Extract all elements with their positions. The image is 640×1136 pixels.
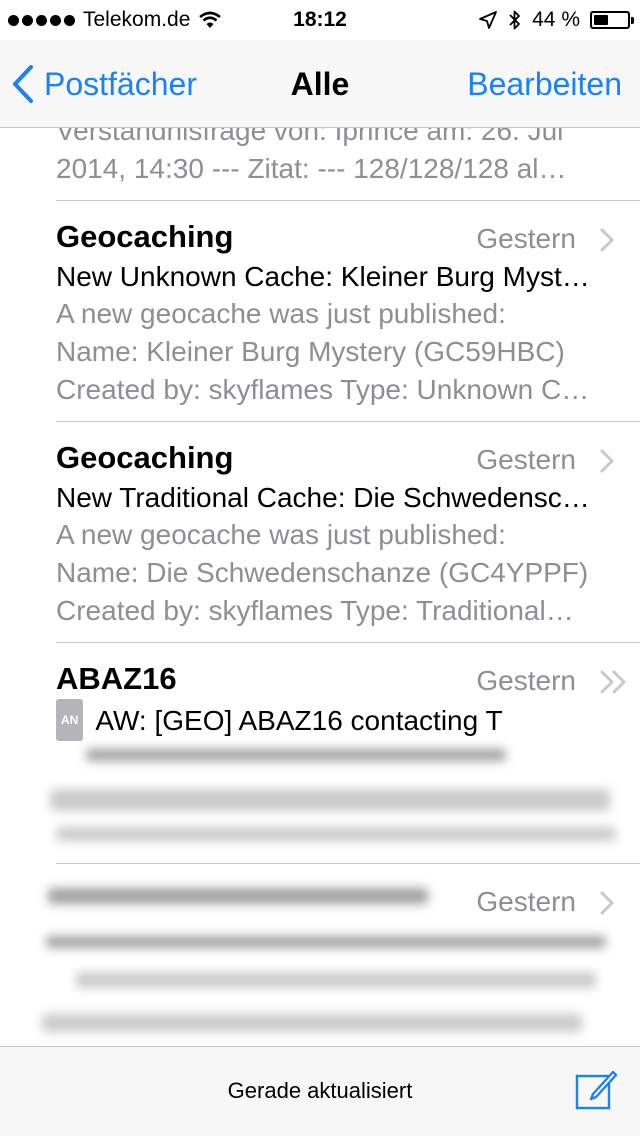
status-right: 44 %: [478, 0, 634, 40]
redacted-preview: [50, 789, 610, 811]
account-badge: AN: [56, 699, 84, 741]
message-list[interactable]: Verständnisfrage von: Iprince am: 26. Ju…: [0, 128, 640, 1046]
message-row[interactable]: Gestern: [42, 864, 640, 1046]
redacted-preview: [76, 972, 596, 988]
message-row[interactable]: Geocaching Gestern New Traditional Cache…: [56, 422, 640, 642]
message-row[interactable]: ABAZ16 Gestern AN AW: [GEO] ABAZ16 contac…: [50, 643, 640, 863]
redacted-preview: [42, 1014, 582, 1032]
message-sender: Geocaching: [56, 440, 234, 475]
battery-icon: [590, 11, 634, 29]
message-subject: New Traditional Cache: Die Schwedensc…: [56, 482, 590, 513]
message-row[interactable]: Geocaching Gestern New Unknown Cache: Kl…: [56, 201, 640, 421]
message-date: Gestern: [476, 665, 576, 696]
message-preview: A new geocache was just published: Name:…: [56, 519, 589, 626]
message-sender: Geocaching: [56, 219, 234, 254]
battery-level: [594, 15, 608, 25]
battery-percentage: 44 %: [532, 8, 580, 31]
redacted-preview: [86, 749, 506, 761]
edit-button[interactable]: Bearbeiten: [467, 40, 622, 128]
redacted-sender: [48, 888, 428, 904]
location-arrow-icon: [479, 11, 498, 29]
bluetooth-icon: [509, 10, 521, 30]
redacted-subject: [46, 936, 606, 948]
double-chevron-right-icon: [600, 670, 626, 694]
chevron-right-icon: [600, 449, 614, 473]
message-date: Gestern: [476, 444, 576, 475]
redacted-preview: [56, 827, 616, 841]
partial-message-preview[interactable]: Verständnisfrage von: Iprince am: 26. Ju…: [56, 128, 600, 188]
bottom-toolbar: Gerade aktualisiert: [0, 1046, 640, 1136]
message-preview: A new geocache was just published: Name:…: [56, 298, 590, 405]
message-date: Gestern: [476, 886, 576, 917]
message-subject: New Unknown Cache: Kleiner Burg Myst…: [56, 261, 590, 292]
chevron-right-icon: [600, 228, 614, 252]
message-subject: AN AW: [GEO] ABAZ16 contacting T: [56, 699, 608, 741]
chevron-right-icon: [600, 891, 614, 915]
navigation-bar: Postfächer Alle Bearbeiten: [0, 40, 640, 128]
message-sender: ABAZ16: [56, 661, 177, 696]
message-date: Gestern: [476, 223, 576, 254]
status-bar: Telekom.de 18:12 44 %: [0, 0, 640, 40]
update-status: Gerade aktualisiert: [227, 1078, 413, 1103]
compose-icon[interactable]: [574, 1067, 618, 1111]
